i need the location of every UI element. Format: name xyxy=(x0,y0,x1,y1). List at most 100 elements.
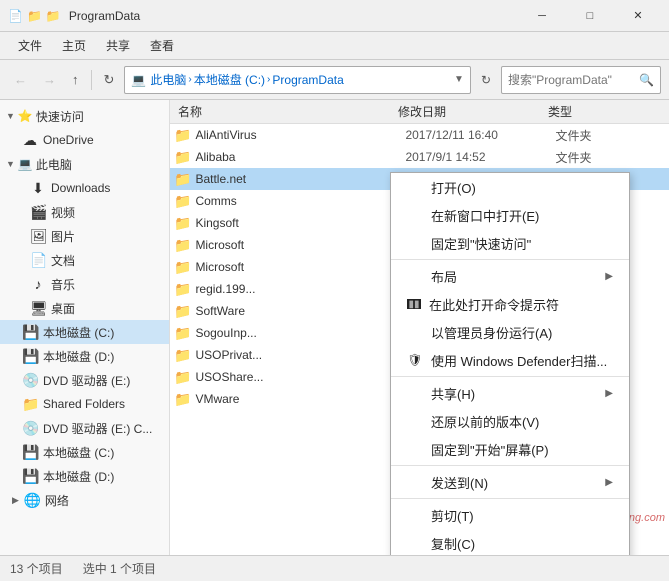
sidebar-item-documents[interactable]: 📄 文档 xyxy=(0,248,169,272)
sidebar-item-dvd-e[interactable]: 💿 DVD 驱动器 (E:) xyxy=(0,368,169,392)
sidebar-item-pictures[interactable]: 🖼 图片 xyxy=(0,224,169,248)
documents-label: 文档 xyxy=(51,252,161,269)
pictures-label: 图片 xyxy=(51,228,161,245)
ctx-copy[interactable]: 复制(C) xyxy=(391,529,629,555)
file-row[interactable]: 📁 AliAntiVirus 2017/12/11 16:40 文件夹 xyxy=(170,124,669,146)
sidebar-item-dvd-e2[interactable]: 💿 DVD 驱动器 (E:) C... xyxy=(0,416,169,440)
ctx-sep-2 xyxy=(391,376,629,377)
sep1: › xyxy=(188,74,191,85)
address-dropdown-icon[interactable]: ▼ xyxy=(454,74,464,85)
forward-button[interactable]: → xyxy=(37,65,62,95)
sidebar-item-local-d2[interactable]: 💾 本地磁盘 (D:) xyxy=(0,464,169,488)
ctx-send-to-arrow: ▶ xyxy=(605,477,613,488)
sidebar-item-shared[interactable]: 📁 Shared Folders xyxy=(0,392,169,416)
sidebar-item-local-c2[interactable]: 💾 本地磁盘 (C:) xyxy=(0,440,169,464)
ctx-share-label: 共享(H) xyxy=(431,384,475,403)
sidebar-item-desktop[interactable]: 🖥 桌面 xyxy=(0,296,169,320)
dvd-e2-icon: 💿 xyxy=(22,420,38,437)
ctx-defender[interactable]: 🛡 使用 Windows Defender扫描... xyxy=(391,346,629,374)
breadcrumb-pc[interactable]: 此电脑 xyxy=(150,71,186,88)
file-name-8: SoftWare xyxy=(195,304,401,318)
ctx-open[interactable]: 打开(O) xyxy=(391,173,629,201)
toolbar-separator xyxy=(91,70,92,90)
folder-small-icon2: 📁 xyxy=(46,9,61,23)
quick-access-label: 快速访问 xyxy=(36,108,84,125)
sidebar-item-thispc[interactable]: ▼ 💻 此电脑 xyxy=(0,152,169,176)
file-name-10: USOPrivat... xyxy=(195,348,401,362)
breadcrumb-icon: 💻 xyxy=(131,73,146,87)
search-box[interactable]: 🔍 xyxy=(501,66,661,94)
onedrive-icon: ☁ xyxy=(22,132,38,149)
quick-access-icon: ⭐ xyxy=(18,109,33,123)
file-name-7: regid.199... xyxy=(195,282,401,296)
sidebar-item-downloads[interactable]: ⬇ Downloads xyxy=(0,176,169,200)
sidebar-item-onedrive[interactable]: ☁ OneDrive xyxy=(0,128,169,152)
folder-icon-6: 📁 xyxy=(174,259,191,276)
file-name-11: USOShare... xyxy=(195,370,401,384)
ctx-share[interactable]: 共享(H) ▶ xyxy=(391,379,629,407)
sidebar-item-quick-access[interactable]: ▼ ⭐ 快速访问 xyxy=(0,104,169,128)
sidebar: ▼ ⭐ 快速访问 ☁ OneDrive ▼ 💻 此电脑 ⬇ Downloads … xyxy=(0,100,170,555)
address-refresh-button[interactable]: ↻ xyxy=(475,65,497,95)
local-d2-label: 本地磁盘 (D:) xyxy=(43,468,161,485)
col-date-header[interactable]: 修改日期 xyxy=(394,103,544,120)
close-button[interactable]: ✕ xyxy=(615,0,661,32)
menu-view[interactable]: 查看 xyxy=(140,33,184,58)
shared-label: Shared Folders xyxy=(43,397,161,411)
folder-icon-0: 📁 xyxy=(174,127,191,144)
ctx-defender-icon: 🛡 xyxy=(407,353,423,367)
ctx-restore-label: 还原以前的版本(V) xyxy=(431,412,539,431)
breadcrumb-folder[interactable]: ProgramData xyxy=(272,73,343,87)
ctx-run-admin[interactable]: 以管理员身份运行(A) xyxy=(391,318,629,346)
window-title: ProgramData xyxy=(69,9,519,23)
file-area: 名称 修改日期 类型 📁 AliAntiVirus 2017/12/11 16:… xyxy=(170,100,669,555)
network-icon: 🌐 xyxy=(24,492,40,509)
menu-home[interactable]: 主页 xyxy=(52,33,96,58)
sidebar-item-network[interactable]: ▶ 🌐 网络 xyxy=(0,488,169,512)
ctx-cmd[interactable]: ▮▮ 在此处打开命令提示符 xyxy=(391,290,629,318)
refresh-button[interactable]: ↻ xyxy=(98,65,121,95)
col-name-header[interactable]: 名称 xyxy=(174,103,394,120)
ctx-layout[interactable]: 布局 ▶ xyxy=(391,262,629,290)
menu-share[interactable]: 共享 xyxy=(96,33,140,58)
breadcrumb-drive[interactable]: 本地磁盘 (C:) xyxy=(194,71,265,88)
file-row[interactable]: 📁 Alibaba 2017/9/1 14:52 文件夹 xyxy=(170,146,669,168)
menu-file[interactable]: 文件 xyxy=(8,33,52,58)
ctx-restore[interactable]: 还原以前的版本(V) xyxy=(391,407,629,435)
search-input[interactable] xyxy=(508,73,639,87)
sep2: › xyxy=(267,74,270,85)
thispc-arrow: ▼ xyxy=(6,159,15,169)
thispc-icon: 💻 xyxy=(18,157,33,171)
file-name-12: VMware xyxy=(195,392,401,406)
folder-icon-8: 📁 xyxy=(174,303,191,320)
minimize-button[interactable]: ─ xyxy=(519,0,565,32)
ctx-pin-quick[interactable]: 固定到"快速访问" xyxy=(391,229,629,257)
sidebar-item-local-c[interactable]: 💾 本地磁盘 (C:) xyxy=(0,320,169,344)
downloads-label: Downloads xyxy=(51,181,161,195)
file-name-0: AliAntiVirus xyxy=(195,128,401,142)
sidebar-item-local-d[interactable]: 💾 本地磁盘 (D:) xyxy=(0,344,169,368)
search-icon[interactable]: 🔍 xyxy=(639,73,654,87)
sidebar-item-videos[interactable]: 🎬 视频 xyxy=(0,200,169,224)
ctx-pin-start[interactable]: 固定到"开始"屏幕(P) xyxy=(391,435,629,463)
title-bar-icons: 📄 📁 📁 xyxy=(8,9,61,23)
back-button[interactable]: ← xyxy=(8,65,33,95)
file-name-9: SogouInp... xyxy=(195,326,401,340)
ctx-open-new-window[interactable]: 在新窗口中打开(E) xyxy=(391,201,629,229)
file-date-0: 2017/12/11 16:40 xyxy=(401,128,551,142)
ctx-send-to[interactable]: 发送到(N) ▶ xyxy=(391,468,629,496)
sidebar-item-music[interactable]: ♪ 音乐 xyxy=(0,272,169,296)
restore-button[interactable]: □ xyxy=(567,0,613,32)
col-type-header[interactable]: 类型 xyxy=(544,103,665,120)
folder-icon-4: 📁 xyxy=(174,215,191,232)
file-name-4: Kingsoft xyxy=(195,216,401,230)
up-button[interactable]: ↑ xyxy=(66,65,85,95)
ctx-cut[interactable]: 剪切(T) xyxy=(391,501,629,529)
address-bar[interactable]: 💻 此电脑 › 本地磁盘 (C:) › ProgramData ▼ xyxy=(124,66,471,94)
ctx-layout-arrow: ▶ xyxy=(605,271,613,282)
context-menu: 打开(O) 在新窗口中打开(E) 固定到"快速访问" 布局 ▶ ▮▮ 在此处打开… xyxy=(390,172,630,555)
folder-icon-12: 📁 xyxy=(174,391,191,408)
ctx-cmd-icon: ▮▮ xyxy=(407,299,421,309)
local-d2-icon: 💾 xyxy=(22,468,38,485)
videos-label: 视频 xyxy=(51,204,161,221)
